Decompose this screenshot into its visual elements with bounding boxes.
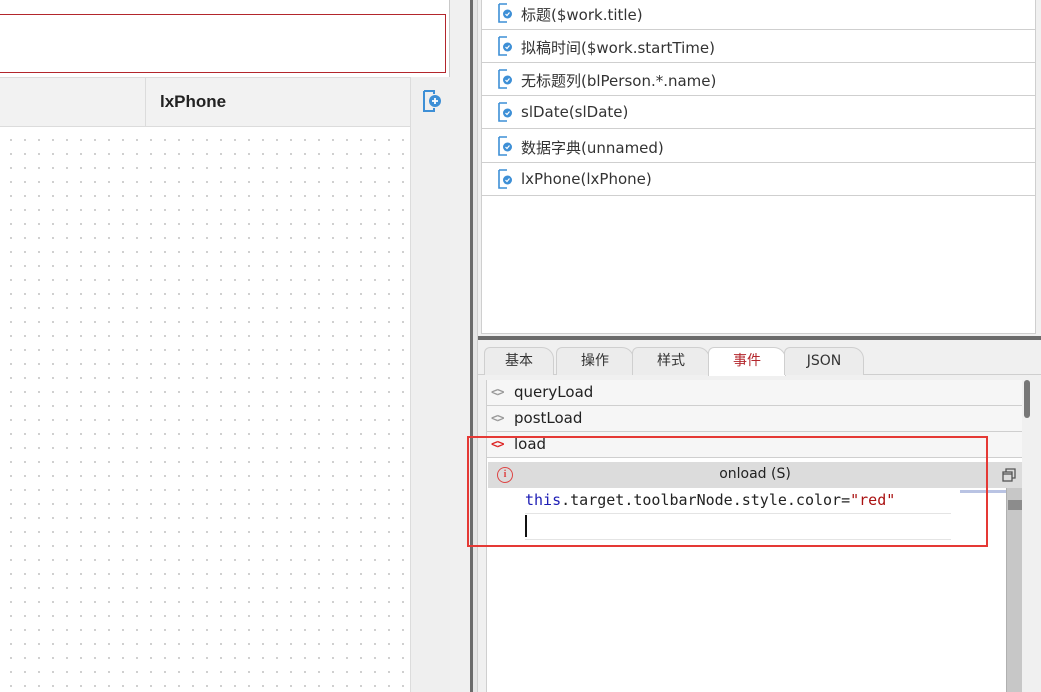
field-label: 标题($work.title) (521, 6, 643, 24)
tab-json[interactable]: JSON (784, 347, 864, 375)
code-editor-header: i onload (S) (488, 462, 1022, 488)
field-link-icon (498, 3, 512, 23)
table-header-row: lxPhone (0, 77, 410, 127)
code-string: "red" (850, 491, 896, 509)
tab-basic[interactable]: 基本 (484, 347, 554, 375)
field-item-dictionary[interactable]: 数据字典(unnamed) (482, 130, 1035, 163)
editor-title: onload (S) (719, 466, 791, 482)
tab-style[interactable]: 样式 (632, 347, 710, 375)
editor-scrollbar[interactable] (1006, 488, 1022, 692)
design-grid[interactable] (0, 127, 410, 692)
events-scroll-thumb[interactable] (1024, 380, 1030, 418)
field-item-sldate[interactable]: slDate(slDate) (482, 96, 1035, 129)
tab-actions[interactable]: 操作 (556, 347, 634, 375)
code-line-2[interactable] (525, 514, 951, 540)
event-row-load[interactable]: <> load (487, 432, 1023, 458)
field-label: 数据字典(unnamed) (521, 139, 664, 157)
editor-scroll-thumb[interactable] (1008, 500, 1022, 510)
column-header-lxphone[interactable]: lxPhone (160, 92, 226, 112)
code-editor[interactable]: this.target.toolbarNode.style.color="red… (488, 488, 1006, 692)
code-keyword: this (525, 491, 562, 509)
event-row-queryload[interactable]: <> queryLoad (487, 380, 1023, 406)
column-add-gutter (410, 77, 450, 692)
tab-events[interactable]: 事件 (708, 347, 786, 376)
code-expression: .target.toolbarNode.style.color= (561, 491, 851, 509)
field-item-title[interactable]: 标题($work.title) (482, 0, 1035, 30)
event-row-postload[interactable]: <> postLoad (487, 406, 1023, 432)
panel-splitter[interactable] (470, 0, 478, 692)
field-link-icon (498, 136, 512, 156)
code-brackets-icon: <> (491, 385, 504, 399)
form-title-box[interactable] (0, 14, 446, 73)
event-label: load (514, 435, 547, 453)
code-line-1[interactable]: this.target.toolbarNode.style.color="red… (525, 488, 951, 514)
field-link-icon (498, 69, 512, 89)
text-cursor (525, 515, 527, 537)
field-link-icon (498, 36, 512, 56)
field-item-untitled-column[interactable]: 无标题列(blPerson.*.name) (482, 63, 1035, 96)
add-field-icon[interactable] (421, 89, 443, 113)
field-label: 无标题列(blPerson.*.name) (521, 72, 717, 90)
restore-window-icon[interactable] (1002, 468, 1016, 482)
designer-canvas: lxPhone (0, 0, 450, 692)
code-brackets-icon: <> (491, 437, 504, 451)
field-list: 标题($work.title) 拟稿时间($work.startTime) 无标… (481, 0, 1036, 334)
code-brackets-icon: <> (491, 411, 504, 425)
events-scrollbar[interactable] (1022, 380, 1032, 692)
field-label: slDate(slDate) (521, 103, 629, 121)
field-label: lxPhone(lxPhone) (521, 170, 652, 188)
column-divider (145, 78, 146, 127)
field-link-icon (498, 169, 512, 189)
event-label: postLoad (514, 409, 583, 427)
event-label: queryLoad (514, 383, 594, 401)
field-label: 拟稿时间($work.startTime) (521, 39, 715, 57)
field-item-lxphone[interactable]: lxPhone(lxPhone) (482, 163, 1035, 196)
editor-minimap[interactable] (960, 490, 1006, 493)
field-link-icon (498, 102, 512, 122)
field-item-start-time[interactable]: 拟稿时间($work.startTime) (482, 30, 1035, 63)
